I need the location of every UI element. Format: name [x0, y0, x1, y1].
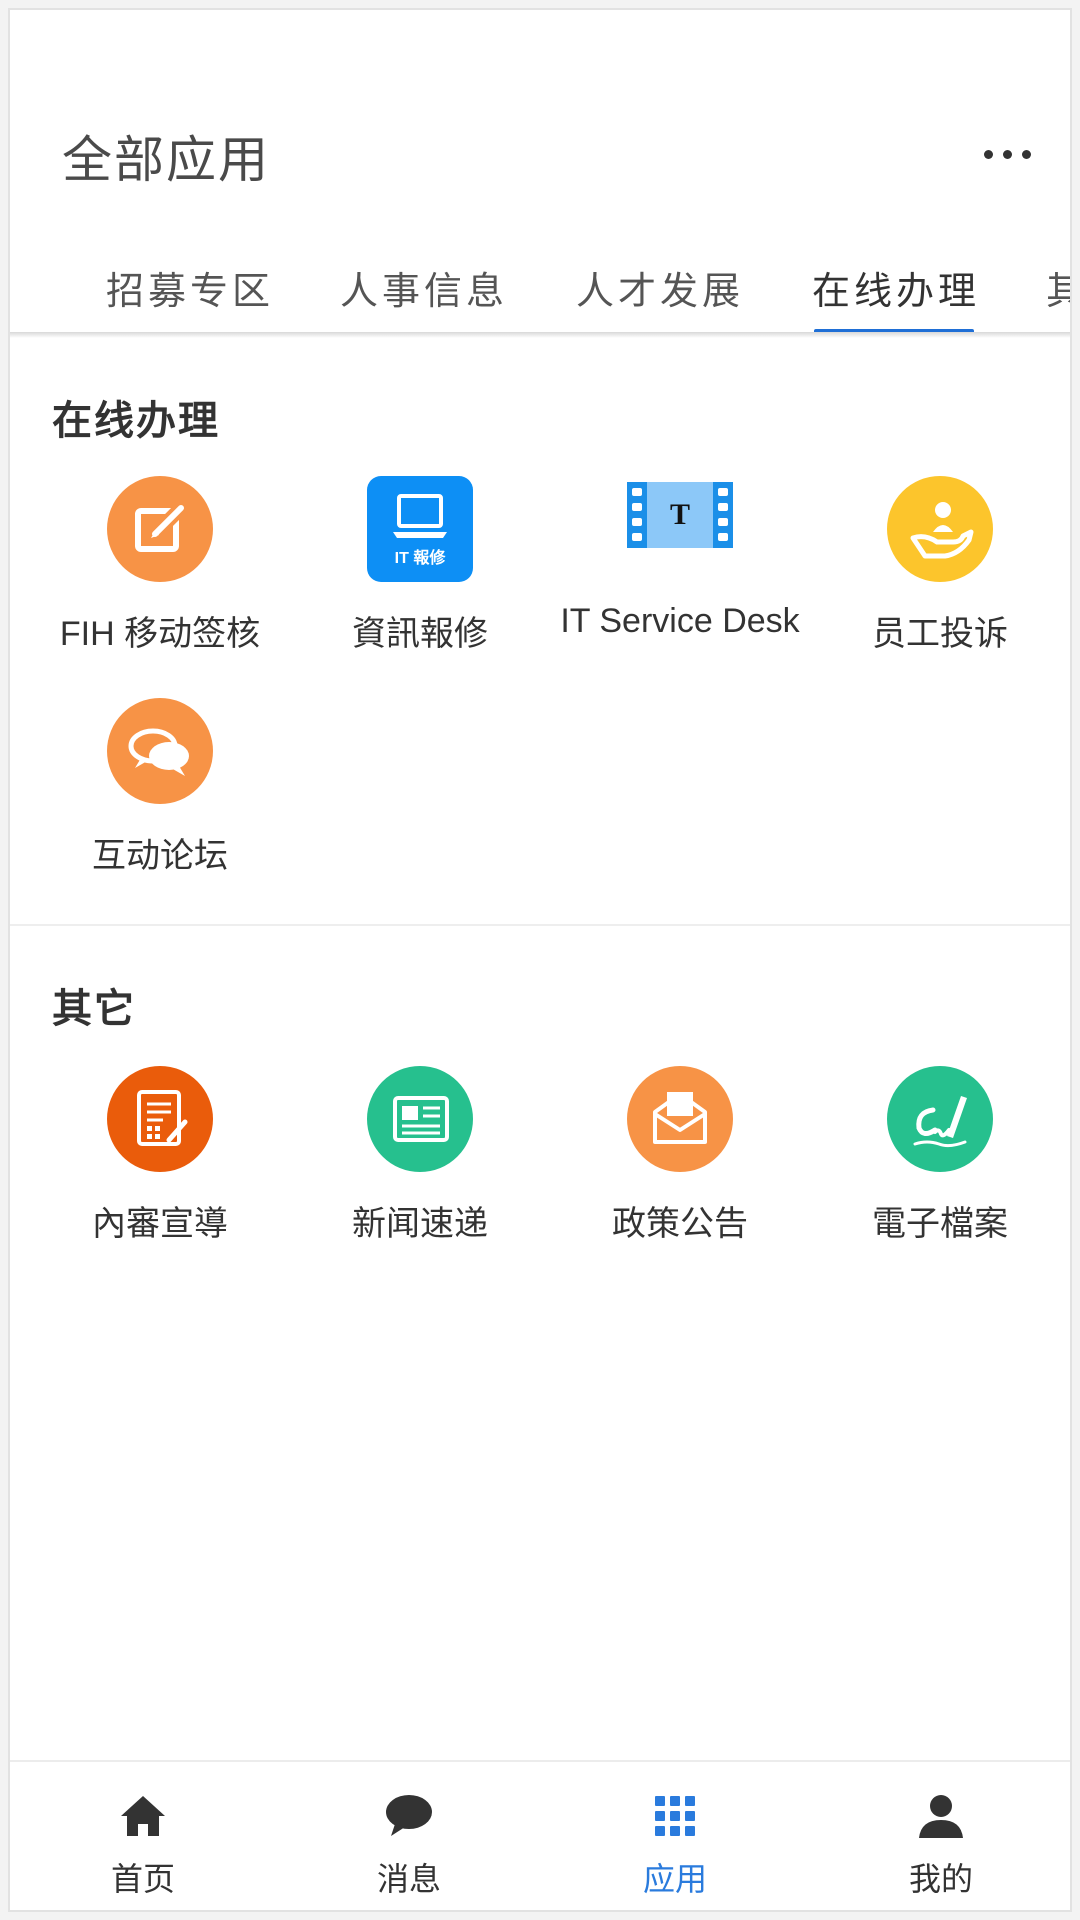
- hand-person-icon: [887, 476, 993, 582]
- page-title: 全部应用: [62, 132, 270, 188]
- section-title-online: 在线办理: [52, 399, 220, 443]
- app-frame: 全部应用 招募专区 人事信息 人才发展 在线办理 其 在线办理 FIH 移动签核: [8, 8, 1072, 1912]
- icon-text: IT 報修: [395, 548, 447, 567]
- app-label: 資訊報修: [352, 615, 488, 653]
- user-icon: [915, 1790, 967, 1842]
- nav-label: 消息: [376, 1861, 441, 1897]
- home-icon: [117, 1790, 169, 1842]
- section-title-other: 其它: [52, 987, 136, 1031]
- header: 全部应用 招募专区 人事信息 人才发展 在线办理 其: [10, 10, 1070, 332]
- chat-bubbles-icon: [107, 698, 213, 804]
- app-it-service-desk[interactable]: T IT Service Desk: [550, 476, 810, 656]
- envelope-open-icon: [627, 1066, 733, 1172]
- app-policy-announcement[interactable]: 政策公告: [550, 1066, 810, 1246]
- laptop-repair-icon: IT 報修: [367, 476, 473, 582]
- film-t-icon: T: [627, 482, 733, 588]
- bottom-nav: 首页 消息 应用 我的: [10, 1760, 1070, 1910]
- tab-talent-development[interactable]: 人才发展: [576, 260, 744, 332]
- app-label: 新闻速递: [352, 1205, 488, 1243]
- nav-label: 首页: [110, 1861, 175, 1897]
- section-divider: [10, 924, 1070, 926]
- app-label: 內審宣導: [92, 1205, 228, 1243]
- more-icon[interactable]: [980, 134, 1036, 174]
- nav-label: 应用: [642, 1861, 707, 1897]
- nav-home[interactable]: 首页: [10, 1762, 276, 1910]
- tab-recruitment[interactable]: 招募专区: [106, 260, 274, 332]
- edit-icon: [107, 476, 213, 582]
- apps-grid-icon: [649, 1790, 701, 1842]
- app-label: IT Service Desk: [560, 602, 800, 640]
- app-news-express[interactable]: 新闻速递: [290, 1066, 550, 1246]
- app-fih-mobile-sign[interactable]: FIH 移动签核: [30, 476, 290, 656]
- app-label: FIH 移动签核: [59, 615, 261, 653]
- icon-text: T: [670, 498, 690, 531]
- signature-pen-icon: [887, 1066, 993, 1172]
- app-internal-audit[interactable]: 內審宣導: [30, 1066, 290, 1246]
- nav-apps[interactable]: 应用: [542, 1762, 808, 1910]
- app-forum[interactable]: 互动论坛: [30, 698, 290, 878]
- app-label: 政策公告: [612, 1205, 748, 1243]
- app-label: 员工投诉: [872, 615, 1008, 653]
- message-icon: [383, 1790, 435, 1842]
- app-label: 互动论坛: [92, 837, 228, 875]
- document-pen-icon: [107, 1066, 213, 1172]
- nav-profile[interactable]: 我的: [808, 1762, 1070, 1910]
- app-it-repair[interactable]: IT 報修 資訊報修: [290, 476, 550, 656]
- nav-messages[interactable]: 消息: [276, 1762, 542, 1910]
- app-electronic-archive[interactable]: 電子檔案: [810, 1066, 1070, 1246]
- app-label: 電子檔案: [872, 1205, 1008, 1243]
- tab-hr-info[interactable]: 人事信息: [340, 260, 508, 332]
- tab-online-service[interactable]: 在线办理: [812, 260, 980, 332]
- tab-other[interactable]: 其: [1046, 260, 1070, 332]
- nav-label: 我的: [908, 1861, 973, 1897]
- category-tabs: 招募专区 人事信息 人才发展 在线办理 其: [10, 260, 1070, 332]
- app-employee-complaint[interactable]: 员工投诉: [810, 476, 1070, 656]
- newspaper-icon: [367, 1066, 473, 1172]
